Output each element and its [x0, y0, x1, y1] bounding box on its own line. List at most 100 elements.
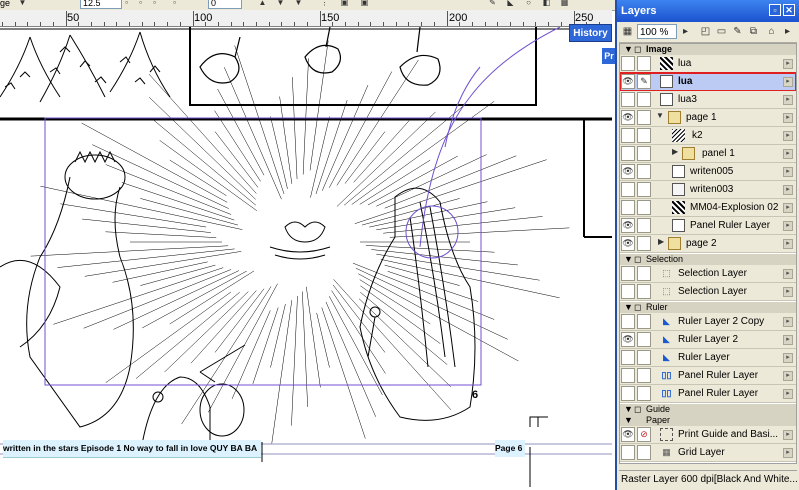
print-guide-icon[interactable]: ⊘ — [637, 427, 651, 442]
visibility-toggle[interactable] — [621, 128, 635, 143]
visibility-toggle[interactable] — [621, 284, 635, 299]
pen-icon[interactable]: ✎ — [731, 25, 744, 38]
layer-menu-icon[interactable]: ▸ — [783, 353, 793, 363]
layer-menu-icon[interactable]: ▸ — [783, 167, 793, 177]
layer-options-icon[interactable]: ▸ — [781, 25, 794, 38]
layer-property-icon[interactable]: ▦ — [621, 25, 634, 38]
layer-group-guide[interactable]: ▼ ◻ Guide — [620, 404, 796, 415]
layer-menu-icon[interactable]: ▸ — [783, 113, 793, 123]
edit-toggle[interactable] — [637, 146, 651, 161]
visibility-toggle[interactable] — [621, 146, 635, 161]
layer-row[interactable]: ▦ Grid Layer ▸ — [620, 444, 796, 462]
collapse-icon[interactable]: ▼ — [624, 415, 633, 426]
pen-icon[interactable]: ✎ — [488, 0, 497, 7]
edit-toggle[interactable] — [637, 92, 651, 107]
visibility-toggle[interactable] — [621, 56, 635, 71]
layer-menu-icon[interactable]: ▸ — [783, 203, 793, 213]
visibility-toggle[interactable] — [621, 266, 635, 281]
layer-row[interactable]: ▯▯ Panel Ruler Layer ▸ — [620, 367, 796, 385]
layer-row[interactable]: MM04-Explosion 02 ▸ — [620, 199, 796, 217]
new-layer-icon[interactable]: ◰ — [699, 25, 712, 38]
copy-icon[interactable]: ⧉ — [747, 25, 760, 38]
edit-toggle[interactable] — [637, 56, 651, 71]
page-icon[interactable]: ▫ — [122, 0, 131, 7]
layer-menu-icon[interactable]: ▸ — [783, 269, 793, 279]
edit-toggle[interactable] — [637, 110, 651, 125]
layer-row[interactable]: 👁 Panel Ruler Layer ▸ — [620, 217, 796, 235]
eye-icon[interactable]: 👁 — [621, 427, 635, 442]
eye-icon[interactable]: 👁 — [621, 74, 635, 89]
layer-group-paper[interactable]: ▼ Paper — [620, 415, 796, 426]
layer-row[interactable]: 👁 ◣ Ruler Layer 2 ▸ — [620, 331, 796, 349]
layer-group-ruler[interactable]: ▼ ◻ Ruler — [620, 302, 796, 313]
arrow-down-icon[interactable]: ▼ — [294, 0, 303, 7]
shape-icon[interactable]: ◧ — [542, 0, 551, 7]
eye-icon[interactable]: 👁 — [621, 164, 635, 179]
drawing-canvas[interactable]: written in the stars Episode 1 No way to… — [0, 27, 612, 490]
layer-row[interactable]: 👁 ▶ page 2 ▸ — [620, 235, 796, 253]
layer-row[interactable]: writen003 ▸ — [620, 181, 796, 199]
layer-menu-icon[interactable]: ▸ — [783, 371, 793, 381]
eye-icon[interactable]: 👁 — [621, 332, 635, 347]
layer-row[interactable]: ▶ panel 1 ▸ — [620, 145, 796, 163]
edit-toggle[interactable] — [637, 218, 651, 233]
layer-menu-icon[interactable]: ▸ — [783, 389, 793, 399]
layer-row[interactable]: ◣ Ruler Layer 2 Copy ▸ — [620, 313, 796, 331]
pen-icon[interactable]: ✎ — [637, 74, 651, 89]
edit-toggle[interactable] — [637, 182, 651, 197]
layer-menu-icon[interactable]: ▸ — [783, 448, 793, 458]
expand-icon[interactable]: ▶ — [672, 147, 678, 156]
dropdown-arrow-icon[interactable]: ▼ — [18, 0, 27, 7]
brush-size-field[interactable]: 12.5 — [80, 0, 122, 9]
layer-menu-icon[interactable]: ▸ — [783, 221, 793, 231]
edit-toggle[interactable] — [637, 350, 651, 365]
edit-toggle[interactable] — [637, 332, 651, 347]
layer-menu-icon[interactable]: ▸ — [783, 317, 793, 327]
visibility-toggle[interactable] — [621, 314, 635, 329]
visibility-toggle[interactable] — [621, 386, 635, 401]
image-icon[interactable]: ▣ — [340, 0, 349, 7]
zoom-field[interactable]: 100 % — [637, 24, 677, 39]
layer-menu-icon[interactable]: ▸ — [783, 77, 793, 87]
value-field[interactable]: 0 — [208, 0, 242, 9]
layer-menu-icon[interactable]: ▸ — [783, 59, 793, 69]
edit-toggle[interactable] — [637, 314, 651, 329]
edit-toggle[interactable] — [637, 128, 651, 143]
layer-row[interactable]: ⬚ Selection Layer ▸ — [620, 283, 796, 301]
visibility-toggle[interactable] — [621, 92, 635, 107]
layer-menu-icon[interactable]: ▸ — [783, 131, 793, 141]
tab-properties[interactable]: Pr — [602, 48, 616, 64]
grid-icon[interactable]: ⋮ — [320, 0, 329, 7]
minimize-icon[interactable]: ▫ — [769, 4, 781, 16]
collapse-icon[interactable]: ▼ — [624, 302, 633, 313]
layer-row[interactable]: ▯▯ Panel Ruler Layer ▸ — [620, 385, 796, 403]
layer-menu-icon[interactable]: ▸ — [783, 149, 793, 159]
visibility-toggle[interactable] — [621, 445, 635, 460]
layer-row[interactable]: 👁 writen005 ▸ — [620, 163, 796, 181]
visibility-toggle[interactable] — [621, 200, 635, 215]
edit-toggle[interactable] — [637, 164, 651, 179]
eye-icon[interactable]: 👁 — [621, 218, 635, 233]
layer-group-selection[interactable]: ▼ ◻ Selection — [620, 254, 796, 265]
layer-row[interactable]: 👁 ⊘ Print Guide and Basi... ▸ — [620, 426, 796, 444]
expand-icon[interactable]: ▶ — [658, 237, 664, 246]
layer-row[interactable]: ◣ Ruler Layer ▸ — [620, 349, 796, 367]
edit-toggle[interactable] — [637, 445, 651, 460]
layers-panel-title[interactable]: Layers ▫ ✕ — [617, 0, 799, 22]
visibility-toggle[interactable] — [621, 350, 635, 365]
edit-toggle[interactable] — [637, 266, 651, 281]
layer-row[interactable]: lua ▸ — [620, 55, 796, 73]
layer-group-image[interactable]: ▼ ◻ Image — [620, 44, 796, 55]
visibility-toggle[interactable] — [621, 368, 635, 383]
visibility-toggle[interactable] — [621, 182, 635, 197]
lock-icon[interactable]: ⌂ — [765, 25, 778, 38]
eye-icon[interactable]: 👁 — [621, 236, 635, 251]
edit-toggle[interactable] — [637, 386, 651, 401]
layer-menu-icon[interactable]: ▸ — [783, 185, 793, 195]
layer-row[interactable]: k2 ▸ — [620, 127, 796, 145]
lasso-icon[interactable]: ○ — [524, 0, 533, 7]
ruler-icon[interactable]: ◣ — [506, 0, 515, 7]
layer-row[interactable]: 👁 ▼ page 1 ▸ — [620, 109, 796, 127]
layer-menu-icon[interactable]: ▸ — [783, 239, 793, 249]
arrow-up-icon[interactable]: ▲ — [258, 0, 267, 7]
